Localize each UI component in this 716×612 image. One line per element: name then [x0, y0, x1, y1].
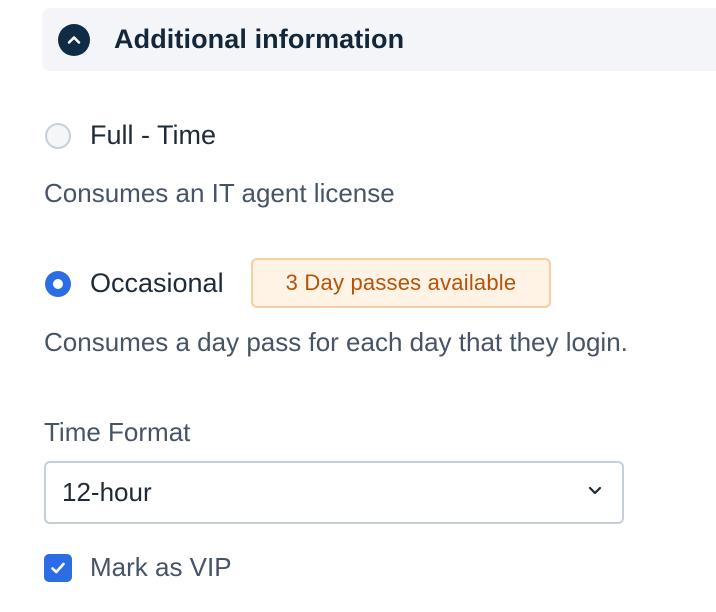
option-label-occasional[interactable]: Occasional: [90, 267, 224, 299]
chevron-up-icon[interactable]: [58, 23, 90, 56]
time-format-label: Time Format: [44, 417, 191, 447]
checkmark-icon: [51, 562, 65, 574]
option-description-full-time: Consumes an IT agent license: [44, 178, 395, 208]
radio-occasional[interactable]: [45, 271, 71, 297]
time-format-value: 12-hour: [62, 477, 152, 507]
option-label-full-time[interactable]: Full - Time: [90, 119, 216, 151]
vip-checkbox[interactable]: [44, 554, 72, 582]
time-format-select[interactable]: 12-hour: [44, 461, 624, 524]
day-passes-badge: 3 Day passes available: [251, 258, 551, 308]
vip-label[interactable]: Mark as VIP: [90, 551, 232, 583]
option-description-occasional: Consumes a day pass for each day that th…: [44, 327, 628, 357]
additional-info-header[interactable]: Additional information: [42, 8, 716, 71]
radio-full-time[interactable]: [45, 123, 71, 149]
radio-selected-dot: [53, 279, 63, 289]
chevron-down-icon: [586, 481, 604, 504]
section-title: Additional information: [114, 24, 405, 54]
